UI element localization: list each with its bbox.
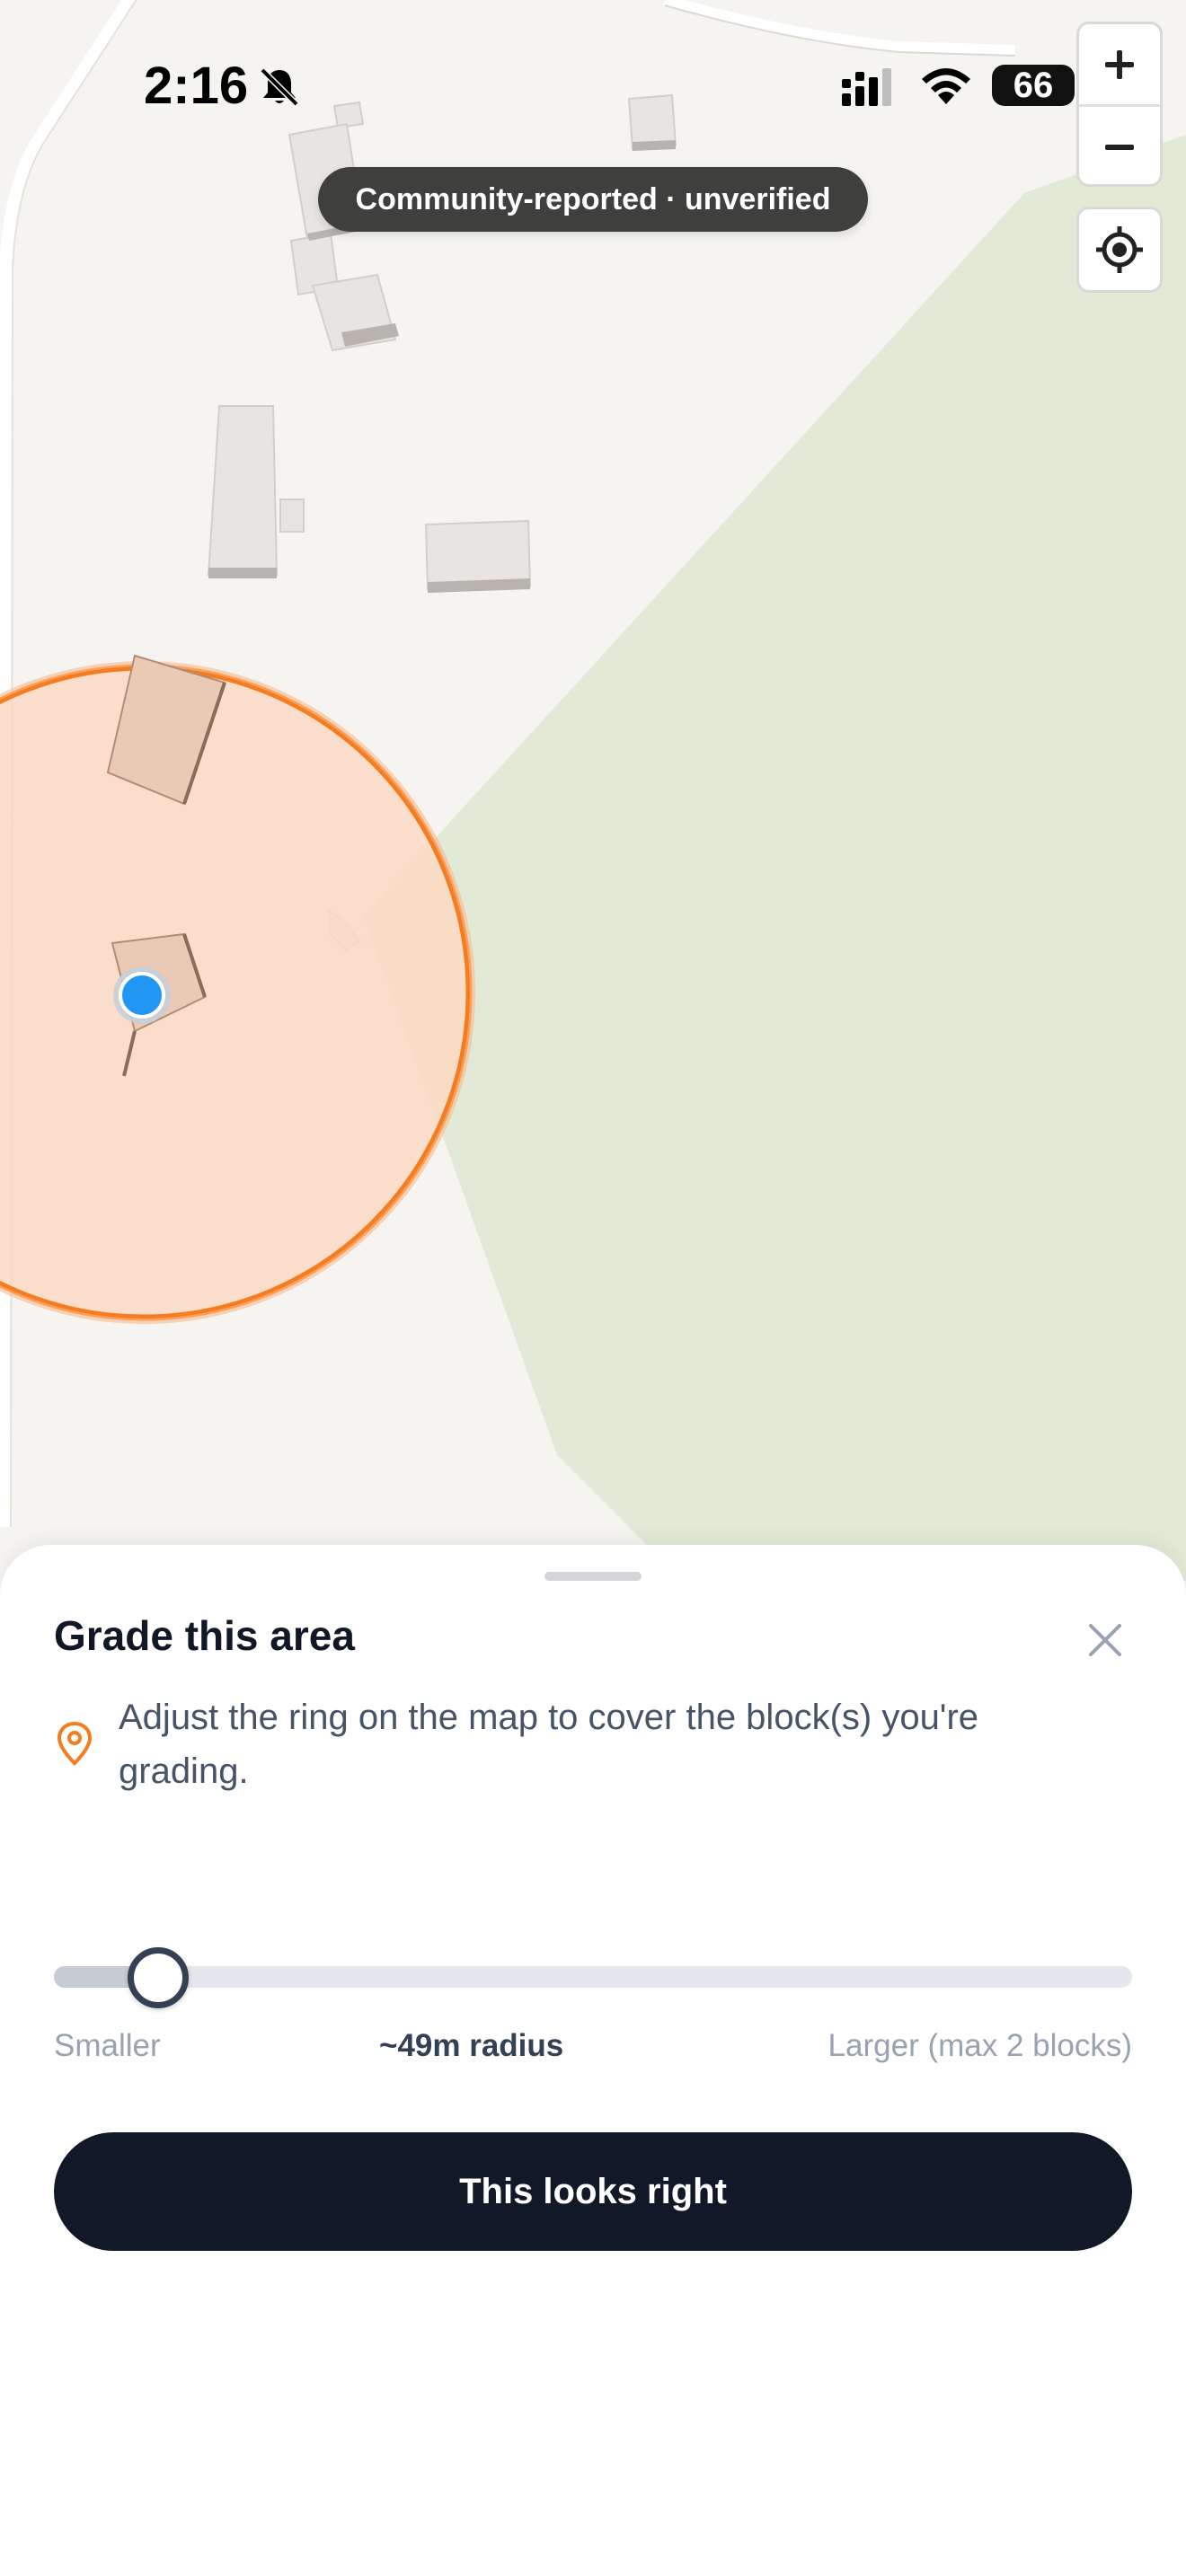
crosshair-icon (1096, 226, 1143, 273)
status-bar: 2:16 66 (0, 0, 1186, 171)
sheet-title: Grade this area (54, 1612, 355, 1659)
grading-ring[interactable] (0, 664, 473, 1321)
bell-slash-icon (260, 67, 299, 107)
zoom-in-button[interactable] (1079, 24, 1160, 104)
wifi-icon (922, 68, 970, 104)
slider-max-label: Larger (max 2 blocks) (828, 2028, 1132, 2063)
locate-me-button[interactable] (1076, 207, 1163, 293)
slider-min-label: Smaller (54, 2028, 161, 2063)
zoom-out-button[interactable] (1079, 107, 1160, 184)
screen: 2:16 66 Community-reported · unverified … (0, 0, 1186, 2576)
hint-text: Adjust the ring on the map to cover the … (119, 1698, 979, 1791)
map-pin-icon (57, 1721, 93, 1766)
battery-icon: 66 (992, 65, 1075, 106)
plus-icon (1105, 49, 1134, 79)
radius-slider[interactable] (54, 1944, 1132, 2012)
park-area (364, 135, 1186, 1581)
status-time: 2:16 (144, 57, 249, 115)
verification-banner: Community-reported · unverified (318, 167, 868, 232)
close-icon (1089, 1624, 1121, 1656)
map-canvas[interactable] (0, 0, 1186, 1581)
user-location-dot (119, 972, 165, 1019)
close-button[interactable] (1078, 1613, 1132, 1667)
slider-value-label: ~49m radius (379, 2028, 564, 2063)
sheet-drag-handle[interactable] (544, 1572, 642, 1581)
bottom-sheet: Grade this area Adjust the ring on the m… (0, 1545, 1186, 2576)
slider-track[interactable] (54, 1966, 1132, 1988)
minus-icon (1105, 144, 1134, 150)
map-view[interactable] (0, 0, 1186, 1581)
zoom-control (1076, 22, 1163, 187)
slider-thumb[interactable] (127, 1947, 189, 2008)
confirm-button[interactable]: This looks right (54, 2132, 1132, 2251)
cellular-signal-icon (842, 68, 891, 106)
